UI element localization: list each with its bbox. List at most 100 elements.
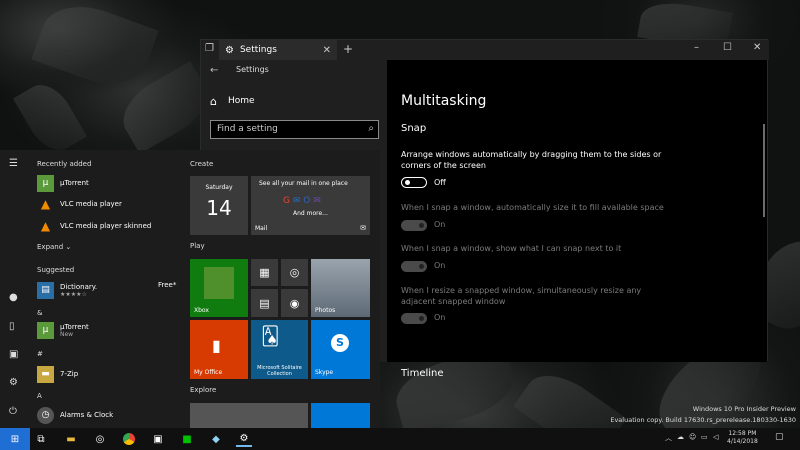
- toggle-state: On: [434, 220, 446, 229]
- emoji-icon[interactable]: ☺: [689, 433, 696, 441]
- camera-tile[interactable]: ◉: [281, 289, 308, 317]
- file-explorer-button[interactable]: ▬: [63, 431, 79, 447]
- calendar-tile[interactable]: Saturday 14: [190, 176, 248, 235]
- task-view-icon[interactable]: ❐: [205, 43, 214, 54]
- myoffice-tile[interactable]: ▮ My Office: [190, 320, 248, 379]
- snap-option-text: When I resize a snapped window, simultan…: [401, 286, 642, 306]
- xbox-tile[interactable]: Xbox: [190, 259, 248, 317]
- snap-resize-toggle[interactable]: [401, 313, 427, 324]
- list-item[interactable]: µ µTorrent: [37, 174, 89, 192]
- solitaire-tile[interactable]: 🂡 Microsoft Solitaire Collection: [251, 320, 308, 379]
- suggested-header: Suggested: [37, 266, 75, 274]
- documents-icon[interactable]: ▯: [9, 321, 15, 332]
- settings-gear-icon[interactable]: ⚙: [9, 377, 18, 388]
- cloud-icon[interactable]: ☁: [677, 433, 684, 441]
- toggle-state: Off: [434, 178, 446, 187]
- chrome-button[interactable]: [121, 431, 137, 447]
- utorrent-icon: µ: [37, 321, 54, 339]
- skype-tile[interactable]: S Skype: [311, 320, 370, 379]
- watermark-line2: Evaluation copy. Build 17630.rs_prerelea…: [610, 416, 796, 424]
- search-input[interactable]: Find a setting ⌕: [210, 120, 379, 139]
- toggle-state: On: [434, 261, 446, 270]
- chrome-icon: [123, 433, 135, 445]
- app-badge-icon: ◎: [95, 433, 105, 445]
- expand-button[interactable]: Expand ⌄: [37, 243, 71, 251]
- letter-header[interactable]: &: [37, 309, 42, 317]
- task-view-button[interactable]: ⧉: [33, 431, 49, 447]
- mail-provider-icons: G ✉ O ✉: [283, 196, 321, 206]
- taskbar: ⊞ ⧉ ▬ ◎ ▣ ■ ◆ ⚙ ︿ ☁ ☺ ▭ ◁ 12:58 PM 4/14/…: [0, 428, 800, 450]
- snap-fill-toggle[interactable]: [401, 220, 427, 231]
- maximize-button[interactable]: ☐: [723, 42, 732, 53]
- hamburger-icon[interactable]: ☰: [9, 158, 18, 169]
- gear-icon: ⚙: [239, 432, 249, 444]
- tab-settings[interactable]: ⚙ Settings ✕: [219, 40, 337, 60]
- snap-assist-toggle[interactable]: [401, 261, 427, 272]
- mail-tile[interactable]: See all your mail in one place G ✉ O ✉ A…: [251, 176, 370, 235]
- pictures-icon[interactable]: ▣: [9, 349, 18, 360]
- nav-title: Settings: [236, 65, 269, 74]
- title-bar: ❐ ⚙ Settings ✕ + – ☐ ✕: [201, 40, 769, 60]
- pen-app-button[interactable]: ◆: [208, 431, 224, 447]
- start-button[interactable]: ⊞: [0, 428, 30, 450]
- edge-tile[interactable]: [311, 403, 370, 428]
- sticky-note-icon: ▣: [153, 433, 163, 445]
- home-link[interactable]: Home: [228, 96, 255, 106]
- xbox-avatar-icon: [204, 267, 234, 299]
- user-icon[interactable]: ●: [9, 292, 18, 303]
- list-item[interactable]: ◷ Alarms & Clock: [37, 406, 113, 424]
- photos-tile[interactable]: Photos: [311, 259, 370, 317]
- groove-tile[interactable]: ◎: [281, 259, 308, 286]
- recently-added-header: Recently added: [37, 160, 92, 168]
- minimize-button[interactable]: –: [694, 42, 699, 53]
- snap-option-text: When I snap a window, automatically size…: [401, 203, 664, 212]
- close-button[interactable]: ✕: [753, 42, 761, 53]
- power-icon[interactable]: ⏻: [9, 406, 17, 417]
- chevron-up-icon[interactable]: ︿: [665, 433, 672, 443]
- clock[interactable]: 12:58 PM 4/14/2018: [727, 430, 758, 446]
- office-icon: ▮: [212, 336, 221, 355]
- notifications-icon[interactable]: ▢: [775, 432, 784, 442]
- list-item[interactable]: ▬ 7-Zip: [37, 365, 78, 383]
- search-icon[interactable]: ⌕: [368, 123, 374, 134]
- mail-icon: ✉: [360, 224, 366, 232]
- group-play: Play: [190, 242, 205, 250]
- rating-stars: ★★★★☆: [60, 290, 87, 298]
- back-arrow-icon[interactable]: ←: [210, 65, 218, 76]
- scrollbar[interactable]: [763, 124, 765, 217]
- letter-header[interactable]: A: [37, 392, 42, 400]
- suggested-app[interactable]: ▤ Dictionary. ★★★★☆: [37, 280, 97, 300]
- list-item[interactable]: ▲ VLC media player: [37, 195, 122, 213]
- windows-logo-icon: ⊞: [10, 433, 20, 445]
- pen-icon: ◆: [212, 433, 220, 445]
- vlc-icon: ▲: [40, 219, 51, 233]
- price-label: Free*: [158, 281, 177, 289]
- volume-icon[interactable]: ◁: [713, 433, 718, 441]
- watermark-line1: Windows 10 Pro Insider Preview: [692, 405, 796, 413]
- group-explore: Explore: [190, 386, 217, 394]
- list-item[interactable]: µ µTorrent New: [37, 320, 89, 340]
- snap-heading: Snap: [401, 123, 427, 134]
- network-icon[interactable]: ▭: [701, 433, 708, 441]
- snap-arrange-toggle[interactable]: [401, 177, 427, 188]
- line-button[interactable]: ■: [179, 431, 195, 447]
- settings-taskbar-button[interactable]: ⚙: [236, 431, 252, 447]
- notes-button[interactable]: ▣: [150, 431, 166, 447]
- chevron-down-icon: ⌄: [65, 243, 72, 251]
- calculator-tile[interactable]: ▤: [251, 289, 278, 317]
- taskbar-app-button[interactable]: ◎: [92, 431, 108, 447]
- folder-icon: ▬: [66, 433, 76, 445]
- utorrent-icon: µ: [37, 174, 54, 192]
- vlc-icon: ▲: [40, 197, 51, 211]
- settings-content: Multitasking Snap Arrange windows automa…: [387, 60, 767, 379]
- tab-title: Settings: [239, 45, 277, 55]
- letter-header[interactable]: #: [37, 350, 43, 358]
- list-item[interactable]: ▲ VLC media player skinned: [37, 217, 151, 235]
- store-tile[interactable]: [190, 403, 308, 428]
- new-tab-button[interactable]: +: [343, 42, 353, 56]
- snap-option-text: Arrange windows automatically by draggin…: [401, 150, 662, 170]
- home-icon[interactable]: ⌂: [210, 95, 217, 108]
- tab-close-icon[interactable]: ✕: [323, 45, 331, 56]
- movies-tile[interactable]: ▦: [251, 259, 278, 286]
- group-create: Create: [190, 160, 214, 168]
